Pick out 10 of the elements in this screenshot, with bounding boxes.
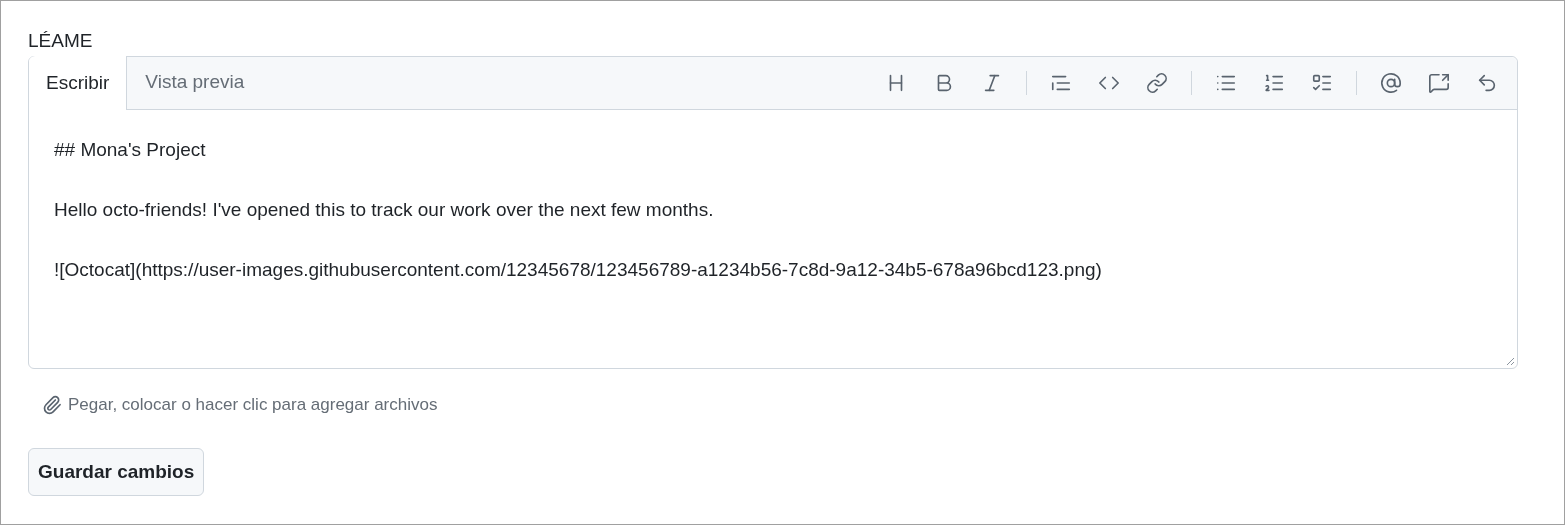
paperclip-icon	[42, 395, 62, 415]
resize-handle-icon[interactable]	[1505, 356, 1515, 366]
editor-tab[interactable]: Escribir	[29, 56, 128, 110]
editor-line: Hello octo-friends! I've opened this to track our work over the next few months.	[54, 198, 714, 222]
editor-line: ![Octocat](https://user-images.githubusercontent.com/12345678/123456789-a1234b56-7c8d-9a12-34b5-678a96bcd123.png)	[54, 258, 1102, 282]
save-button[interactable]: Guardar cambios	[28, 448, 205, 496]
editor-line: ## Mona's Project	[54, 138, 206, 162]
editor-tab[interactable]: Vista previa	[127, 56, 263, 109]
attach-hint[interactable]: Pegar, colocar o hacer clic para agregar archivos	[68, 392, 438, 418]
section-label: LÉAME	[28, 29, 93, 53]
